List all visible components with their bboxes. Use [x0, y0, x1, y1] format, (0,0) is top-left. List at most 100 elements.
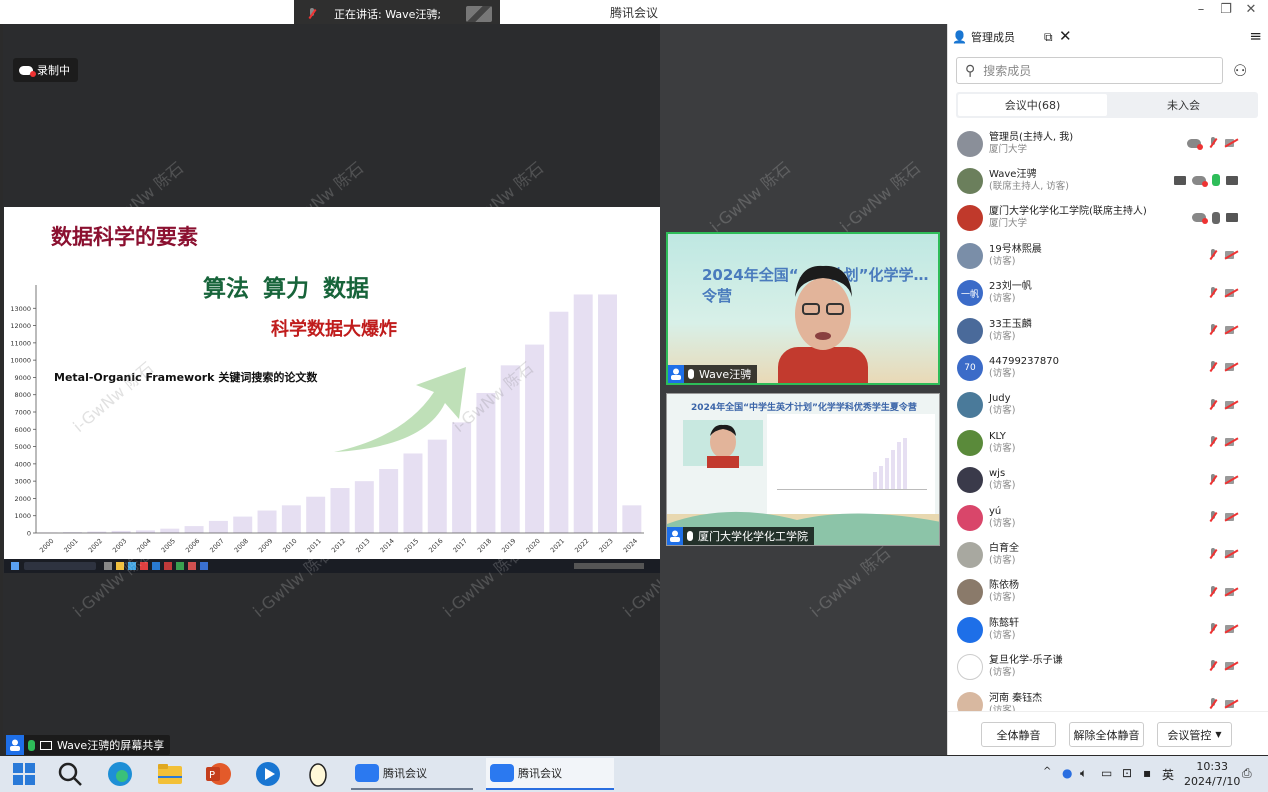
member-row[interactable]: 管理员(主持人, 我) 厦门大学: [948, 125, 1268, 162]
mic-muted-icon[interactable]: [1207, 548, 1219, 560]
member-info: Judy (访客): [989, 393, 1015, 417]
recording-badge[interactable]: 录制中: [13, 58, 78, 82]
unmute-all-button[interactable]: 解除全体静音: [1069, 722, 1144, 747]
video-tile-speaker[interactable]: 2024年全国“…才计划”化学学…令营 Wave汪骋: [666, 232, 940, 385]
member-row[interactable]: yú (访客): [948, 499, 1268, 536]
member-role: (访客): [989, 255, 1016, 267]
camera-off-icon[interactable]: [1225, 475, 1238, 485]
member-status-icons: [1192, 211, 1238, 225]
member-row[interactable]: 陈依杨 (访客): [948, 574, 1268, 611]
menu-icon[interactable]: ≡: [1249, 27, 1262, 45]
member-row[interactable]: wjs (访客): [948, 462, 1268, 499]
member-status-icons: [1207, 249, 1238, 261]
camera-off-icon[interactable]: [1225, 549, 1238, 559]
notification-icon[interactable]: ⎙: [1242, 766, 1252, 781]
member-name: 复旦化学-乐子谦: [989, 655, 1063, 667]
y-tick-label: 4000: [14, 460, 31, 468]
mic-muted-icon[interactable]: [1207, 623, 1219, 635]
mic-muted-icon[interactable]: [1207, 361, 1219, 373]
volume-icon[interactable]: 🔈︎: [1080, 766, 1087, 781]
member-row[interactable]: 70 44799237870 (访客): [948, 349, 1268, 386]
edge-browser-icon[interactable]: [106, 760, 134, 788]
cloud-record-icon[interactable]: [1192, 213, 1208, 225]
camera-off-icon[interactable]: [1225, 437, 1238, 447]
y-tick-label: 5000: [14, 443, 31, 451]
mic-muted-icon[interactable]: [1207, 436, 1219, 448]
member-row[interactable]: 河南 秦钰杰 (访客): [948, 686, 1268, 711]
camera-off-icon[interactable]: [1225, 624, 1238, 634]
tencent-meeting-icon: [490, 764, 514, 782]
mic-muted-icon[interactable]: [1207, 697, 1219, 710]
camera-off-icon[interactable]: [1225, 661, 1238, 671]
camera-icon[interactable]: [1226, 175, 1238, 185]
video-tile-college[interactable]: 2024年全国“中学生英才计划”化学学科优秀学生夏令营 厦门大学化学化工学院: [666, 393, 940, 546]
member-row[interactable]: 复旦化学-乐子谦 (访客): [948, 648, 1268, 685]
close-button[interactable]: ✕: [1241, 2, 1261, 17]
windows-start-icon[interactable]: [10, 760, 38, 788]
camera-off-icon[interactable]: [1225, 699, 1238, 709]
popout-icon[interactable]: ⧉: [1044, 30, 1053, 45]
egg-app-icon[interactable]: [304, 760, 332, 788]
mute-all-button[interactable]: 全体静音: [981, 722, 1056, 747]
mic-tray-icon[interactable]: ●: [1062, 766, 1072, 780]
cloud-record-icon[interactable]: [1187, 138, 1203, 150]
powerpoint-icon[interactable]: P: [204, 760, 232, 788]
minimize-button[interactable]: –: [1191, 2, 1211, 17]
camera-off-icon[interactable]: [1225, 400, 1238, 410]
member-row[interactable]: 白育全 (访客): [948, 536, 1268, 573]
chart-bar: [160, 528, 180, 533]
camera-off-icon[interactable]: [1225, 138, 1238, 148]
mic-icon[interactable]: [1212, 211, 1220, 224]
taskbar-tencent-meeting-2[interactable]: 腾讯会议: [486, 758, 614, 790]
tab-in-meeting[interactable]: 会议中(68): [958, 94, 1107, 116]
member-row[interactable]: 陈懿轩 (访客): [948, 611, 1268, 648]
restore-button[interactable]: ❐: [1216, 2, 1236, 17]
mic-muted-icon[interactable]: [1207, 510, 1219, 523]
chart-caption: Metal-Organic Framework 关键词搜索的论文数: [54, 371, 318, 384]
mic-muted-icon[interactable]: [1207, 323, 1219, 336]
camera-off-icon[interactable]: [1225, 587, 1238, 597]
member-search-input[interactable]: ⚲ 搜索成员: [956, 57, 1223, 84]
member-row[interactable]: KLY (访客): [948, 424, 1268, 461]
tray-app-icon[interactable]: ▪: [1143, 766, 1151, 780]
taskbar-tencent-meeting-1[interactable]: 腾讯会议: [351, 758, 473, 790]
meeting-control-button[interactable]: 会议管控 ▼: [1157, 722, 1232, 747]
search-icon[interactable]: [56, 760, 84, 788]
ime-indicator[interactable]: 英: [1162, 766, 1174, 783]
cloud-record-icon[interactable]: [1192, 175, 1208, 187]
close-panel-icon[interactable]: ✕: [1059, 27, 1072, 45]
member-row[interactable]: 19号林熙晨 (访客): [948, 237, 1268, 274]
camera-off-icon[interactable]: [1225, 288, 1238, 298]
x-tick-label: 2009: [257, 537, 274, 554]
mic-muted-icon[interactable]: [1207, 585, 1219, 598]
member-row[interactable]: 一帆 23刘一帆 (访客): [948, 275, 1268, 312]
battery-icon[interactable]: ▭: [1101, 766, 1112, 780]
tile-name-label: Wave汪骋: [668, 365, 758, 383]
camera-off-icon[interactable]: [1225, 362, 1238, 372]
network-icon[interactable]: ⊡: [1122, 766, 1132, 780]
camera-icon[interactable]: [1226, 213, 1238, 223]
media-player-icon[interactable]: [254, 760, 282, 788]
system-clock[interactable]: 10:33 2024/7/10: [1184, 759, 1240, 789]
camera-off-icon[interactable]: [1225, 325, 1238, 335]
mic-muted-icon[interactable]: [1207, 660, 1219, 672]
camera-off-icon[interactable]: [1225, 250, 1238, 260]
member-row[interactable]: Judy (访客): [948, 387, 1268, 424]
file-explorer-icon[interactable]: [156, 760, 184, 788]
member-row[interactable]: 厦门大学化学化工学院(联席主持人) 厦门大学: [948, 200, 1268, 237]
member-status-icons: [1207, 323, 1238, 336]
mic-muted-icon[interactable]: [1207, 137, 1219, 149]
screen-share-icon[interactable]: [1174, 175, 1186, 185]
mic-muted-icon[interactable]: [1207, 473, 1219, 486]
camera-off-icon[interactable]: [1225, 512, 1238, 522]
chevron-up-icon[interactable]: ^: [1043, 766, 1051, 777]
x-tick-label: 2003: [111, 537, 128, 554]
mic-muted-icon[interactable]: [1207, 249, 1219, 261]
member-row[interactable]: Wave汪骋 (联席主持人, 访客): [948, 162, 1268, 199]
invite-member-icon[interactable]: ⚇: [1233, 61, 1247, 80]
member-row[interactable]: 33王玉麟 (访客): [948, 312, 1268, 349]
tab-not-joined[interactable]: 未入会: [1109, 92, 1258, 118]
mic-muted-icon[interactable]: [1207, 286, 1219, 299]
mic-on-icon[interactable]: [1212, 174, 1220, 187]
mic-muted-icon[interactable]: [1207, 398, 1219, 411]
